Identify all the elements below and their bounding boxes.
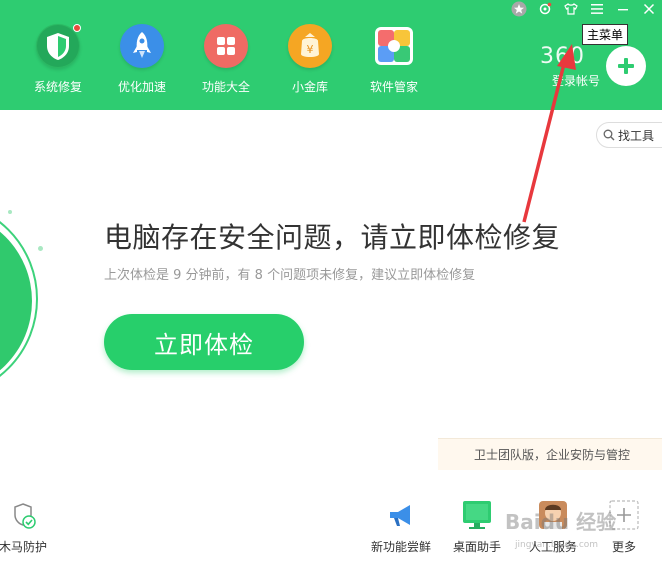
- baidu-watermark-url: jingyan.baidu.com: [515, 540, 599, 550]
- trojan-shield-icon: [6, 498, 40, 532]
- bottom-item-new-features[interactable]: 新功能尝鲜: [366, 498, 436, 555]
- monitor-icon: [460, 498, 494, 532]
- bottom-label: 新功能尝鲜: [370, 540, 431, 554]
- bottom-label: 桌面助手: [452, 540, 501, 554]
- baidu-watermark: Baidu 经验: [505, 510, 617, 534]
- bottom-item-trojan-protection[interactable]: 木马防护: [0, 498, 58, 555]
- app-window: 系统修复 优化加速 功能大全 ¥ 小金库 软件管家 360 登录帐号 主菜单 找…: [0, 0, 662, 568]
- bottom-label: 更多: [611, 540, 636, 554]
- bottom-label: 木马防护: [0, 540, 47, 554]
- annotation-arrow: [522, 44, 576, 223]
- team-edition-banner[interactable]: 卫士团队版，企业安防与管控: [438, 438, 662, 470]
- bottom-item-desktop-assistant[interactable]: 桌面助手: [442, 498, 512, 555]
- megaphone-icon: [384, 498, 418, 532]
